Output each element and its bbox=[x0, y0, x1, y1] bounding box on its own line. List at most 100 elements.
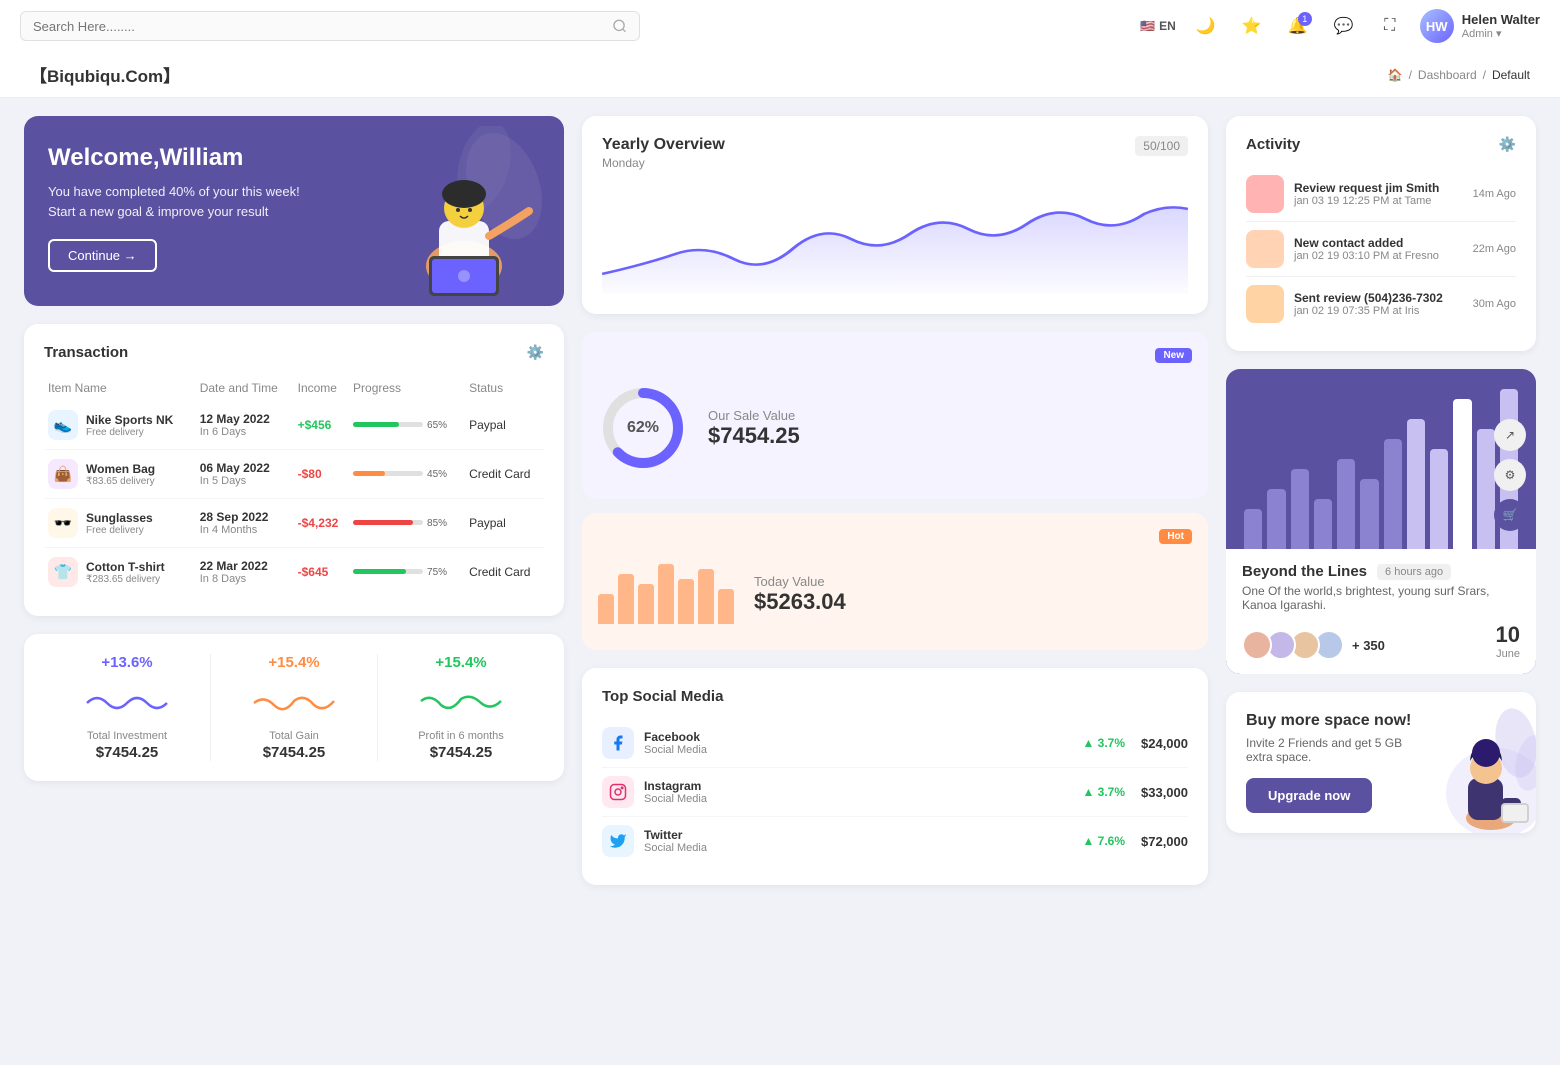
activity-card: Activity ⚙️ Review request jim Smith jan… bbox=[1226, 116, 1536, 351]
dark-mode-toggle[interactable]: 🌙 bbox=[1190, 10, 1222, 42]
yearly-progress: 50/100 bbox=[1135, 136, 1188, 156]
welcome-message: You have completed 40% of your this week… bbox=[48, 182, 308, 221]
bar bbox=[1453, 399, 1471, 549]
yearly-subtitle: Monday bbox=[602, 156, 725, 170]
bar-chart-container: Beyond the Lines 6 hours ago One Of the … bbox=[1226, 369, 1536, 674]
today-label: Today Value bbox=[754, 574, 846, 589]
bar bbox=[1337, 459, 1355, 549]
search-bar[interactable] bbox=[20, 11, 640, 41]
home-icon[interactable]: 🏠 bbox=[1388, 68, 1403, 82]
yearly-overview-card: Yearly Overview Monday 50/100 bbox=[582, 116, 1208, 314]
stats-card: +13.6% Total Investment $7454.25 +15.4% … bbox=[24, 634, 564, 781]
sale-label: Our Sale Value bbox=[708, 408, 800, 423]
stat-block: +15.4% Profit in 6 months $7454.25 bbox=[378, 654, 544, 761]
stat-block: +13.6% Total Investment $7454.25 bbox=[44, 654, 211, 761]
bar bbox=[1477, 429, 1495, 549]
table-row: 🕶️ Sunglasses Free delivery 28 Sep 2022 … bbox=[44, 499, 544, 548]
today-value-card: Hot Today Value $5263.04 bbox=[582, 513, 1208, 650]
bar bbox=[1291, 469, 1309, 549]
language-selector[interactable]: 🇺🇸 EN bbox=[1140, 19, 1176, 33]
search-icon bbox=[612, 18, 627, 34]
new-badge: New bbox=[1155, 348, 1192, 363]
upgrade-title: Buy more space now! bbox=[1246, 712, 1422, 730]
upgrade-desc: Invite 2 Friends and get 5 GB extra spac… bbox=[1246, 736, 1422, 764]
social-media-card: Top Social Media Facebook Social Media ▲… bbox=[582, 668, 1208, 885]
social-item: Instagram Social Media ▲ 3.7% $33,000 bbox=[602, 768, 1188, 817]
beyond-month: June bbox=[1496, 648, 1520, 660]
activity-item: Review request jim Smith jan 03 19 12:25… bbox=[1246, 167, 1516, 222]
sale-wrapper: New 62% Our Sale Value $7454.25 bbox=[582, 332, 1208, 650]
col-progress: Progress bbox=[349, 375, 465, 401]
today-bar bbox=[658, 564, 674, 624]
mini-avatar bbox=[1242, 630, 1272, 660]
user-menu[interactable]: HW Helen Walter Admin ▾ bbox=[1420, 9, 1540, 43]
bar bbox=[1360, 479, 1378, 549]
beyond-info: Beyond the Lines 6 hours ago One Of the … bbox=[1226, 549, 1536, 674]
bar bbox=[1314, 499, 1332, 549]
share-icon[interactable]: ↗ bbox=[1494, 419, 1526, 451]
social-item: Facebook Social Media ▲ 3.7% $24,000 bbox=[602, 719, 1188, 768]
beyond-title: Beyond the Lines bbox=[1242, 563, 1367, 580]
breadcrumb-dashboard[interactable]: Dashboard bbox=[1418, 68, 1477, 82]
continue-button[interactable]: Continue → bbox=[48, 239, 157, 272]
breadcrumb-bar: 【Biqubiqu.Com】 🏠 / Dashboard / Default bbox=[0, 52, 1560, 98]
donut-chart: 62% bbox=[598, 383, 688, 473]
activity-settings-icon[interactable]: ⚙️ bbox=[1499, 136, 1516, 153]
brand-logo: 【Biqubiqu.Com】 bbox=[30, 62, 180, 87]
upgrade-card: Buy more space now! Invite 2 Friends and… bbox=[1226, 692, 1536, 833]
beyond-desc: One Of the world,s brightest, young surf… bbox=[1242, 584, 1520, 612]
topnav: 🇺🇸 EN 🌙 ⭐ 🔔 1 💬 ⛶ HW Helen Walter Admin … bbox=[0, 0, 1560, 52]
beyond-time: 6 hours ago bbox=[1377, 564, 1451, 580]
nav-icons: 🇺🇸 EN 🌙 ⭐ 🔔 1 💬 ⛶ HW Helen Walter Admin … bbox=[1140, 9, 1540, 43]
breadcrumb-sep1: / bbox=[1409, 68, 1412, 82]
donut-label: 62% bbox=[627, 419, 659, 437]
sale-value: $7454.25 bbox=[708, 423, 800, 449]
search-input[interactable] bbox=[33, 19, 604, 34]
transaction-table: Item Name Date and Time Income Progress … bbox=[44, 375, 544, 596]
notifications-btn[interactable]: 🔔 1 bbox=[1282, 10, 1314, 42]
messages-btn[interactable]: 💬 bbox=[1328, 10, 1360, 42]
fullscreen-btn[interactable]: ⛶ bbox=[1374, 10, 1406, 42]
avatar: HW bbox=[1420, 9, 1454, 43]
today-value: $5263.04 bbox=[754, 589, 846, 615]
today-bar bbox=[678, 579, 694, 624]
settings-icon2[interactable]: ⚙ bbox=[1494, 459, 1526, 491]
hot-badge: Hot bbox=[1159, 529, 1192, 544]
activity-item: Sent review (504)236-7302 jan 02 19 07:3… bbox=[1246, 277, 1516, 331]
bar bbox=[1384, 439, 1402, 549]
col-item: Item Name bbox=[44, 375, 196, 401]
table-row: 👜 Women Bag ₹83.65 delivery 06 May 2022 … bbox=[44, 450, 544, 499]
yearly-title: Yearly Overview bbox=[602, 136, 725, 154]
upgrade-illustration bbox=[1406, 703, 1536, 833]
today-bar bbox=[698, 569, 714, 624]
bar bbox=[1244, 509, 1262, 549]
table-row: 👟 Nike Sports NK Free delivery 12 May 20… bbox=[44, 401, 544, 450]
social-item: Twitter Social Media ▲ 7.6% $72,000 bbox=[602, 817, 1188, 865]
breadcrumb-current: Default bbox=[1492, 68, 1530, 82]
today-bar bbox=[618, 574, 634, 624]
user-details: Helen Walter Admin ▾ bbox=[1462, 12, 1540, 40]
col-income: Income bbox=[294, 375, 349, 401]
upgrade-button[interactable]: Upgrade now bbox=[1246, 778, 1372, 813]
transaction-title: Transaction bbox=[44, 344, 128, 361]
breadcrumb: 🏠 / Dashboard / Default bbox=[1388, 68, 1530, 82]
sale-value-card: New 62% Our Sale Value $7454.25 bbox=[582, 332, 1208, 499]
notification-badge: 1 bbox=[1298, 12, 1312, 26]
table-row: 👕 Cotton T-shirt ₹283.65 delivery 22 Mar… bbox=[44, 548, 544, 597]
welcome-illustration bbox=[384, 126, 544, 296]
col-status: Status bbox=[465, 375, 544, 401]
favorites-btn[interactable]: ⭐ bbox=[1236, 10, 1268, 42]
activity-item: New contact added jan 02 19 03:10 PM at … bbox=[1246, 222, 1516, 277]
transaction-settings-icon[interactable]: ⚙️ bbox=[527, 344, 544, 361]
cart-icon[interactable]: 🛒 bbox=[1494, 499, 1526, 531]
today-bar bbox=[598, 594, 614, 624]
breadcrumb-sep2: / bbox=[1483, 68, 1486, 82]
bar bbox=[1407, 419, 1425, 549]
col-date: Date and Time bbox=[196, 375, 294, 401]
social-title: Top Social Media bbox=[602, 688, 1188, 705]
today-bar bbox=[718, 589, 734, 624]
bar bbox=[1267, 489, 1285, 549]
transaction-card: Transaction ⚙️ Item Name Date and Time I… bbox=[24, 324, 564, 616]
beyond-date: 10 bbox=[1496, 622, 1520, 648]
user-role-label: Admin bbox=[1462, 28, 1493, 40]
